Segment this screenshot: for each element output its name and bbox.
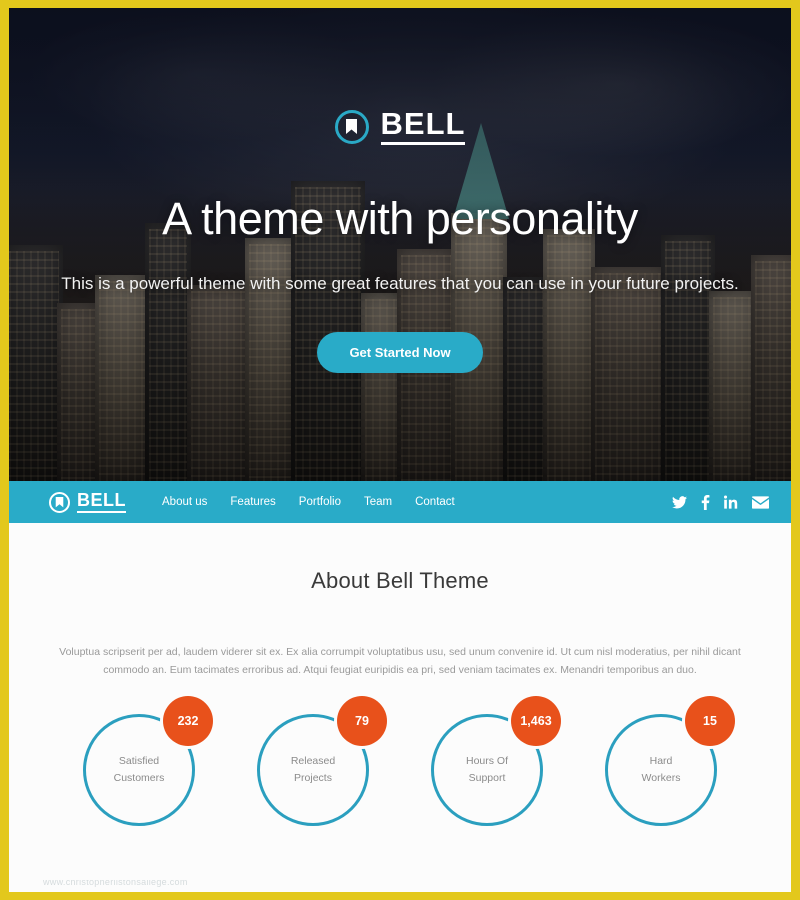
about-heading: About Bell Theme [311, 568, 489, 593]
status-badge: 79 [337, 695, 387, 746]
navbar-links: About us Features Portfolio Team Contact [162, 496, 455, 508]
hero-title: A theme with personality [162, 193, 638, 244]
hero-logo-text: BELL [380, 108, 466, 145]
navbar-logo-text: BELL [77, 491, 126, 513]
navbar-logo[interactable]: BELL [49, 491, 126, 513]
about-paragraph: Voluptua scripserit per ad, laudem vider… [59, 646, 741, 677]
stat-label-line2: Projects [294, 771, 332, 784]
get-started-button[interactable]: Get Started Now [317, 332, 483, 373]
bookmark-icon [49, 491, 70, 513]
status-badge: 15 [685, 695, 735, 746]
stat-label-line2: Customers [113, 771, 165, 784]
facebook-icon[interactable] [701, 494, 710, 510]
stat-label-line1: Hard [649, 755, 673, 768]
watermark-strip: www.christopherlistonsallege.com [9, 879, 791, 892]
nav-item-contact[interactable]: Contact [415, 496, 455, 508]
hero-content: BELL A theme with personality This is a … [9, 8, 791, 373]
navbar-social-links [672, 494, 769, 510]
hero-subtitle: This is a powerful theme with some great… [61, 274, 739, 293]
status-badge: 232 [163, 695, 213, 746]
nav-item-about-us[interactable]: About us [162, 496, 207, 508]
stat-card-hours-of-support: 1,463 Hours Of Support [431, 695, 561, 826]
stat-label-line1: Satisfied [118, 755, 160, 768]
nav-item-team[interactable]: Team [364, 496, 392, 508]
nav-item-portfolio[interactable]: Portfolio [299, 496, 341, 508]
stat-label-line1: Hours Of [465, 755, 508, 768]
hero-section: BELL A theme with personality This is a … [9, 8, 791, 481]
stat-label-line2: Workers [641, 771, 681, 784]
status-badge: 1,463 [511, 695, 561, 746]
stats-section: 232 Satisfied Customers 79 Released Proj… [9, 679, 791, 880]
stat-label-line1: Released [290, 755, 336, 768]
bookmark-icon [334, 109, 369, 144]
stat-card-hard-workers: 15 Hard Workers [605, 695, 735, 826]
email-icon[interactable] [752, 495, 769, 509]
stat-card-released-projects: 79 Released Projects [257, 695, 387, 826]
stat-label-line2: Support [468, 771, 506, 784]
stat-card-satisfied-customers: 232 Satisfied Customers [83, 695, 213, 826]
page-inner: BELL A theme with personality This is a … [9, 8, 791, 892]
about-section: About Bell Theme Voluptua scripserit per… [9, 523, 791, 680]
main-navbar: BELL About us Features Portfolio Team Co… [9, 481, 791, 523]
linkedin-icon[interactable] [724, 495, 738, 509]
watermark-text: www.christopherlistonsallege.com [43, 879, 188, 887]
nav-item-features[interactable]: Features [230, 496, 275, 508]
page-frame: BELL A theme with personality This is a … [0, 0, 800, 900]
hero-logo[interactable]: BELL [334, 108, 466, 145]
twitter-icon[interactable] [672, 495, 687, 509]
